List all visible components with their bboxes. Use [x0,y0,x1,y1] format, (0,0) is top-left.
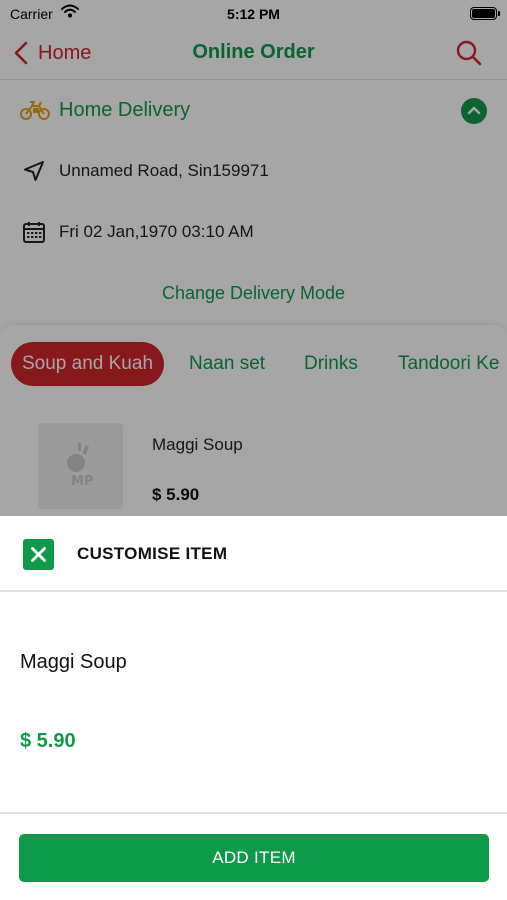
sheet-item-name: Maggi Soup [20,651,127,673]
add-item-button[interactable]: ADD ITEM [19,834,489,882]
close-icon [31,547,46,562]
sheet-item-price: $ 5.90 [20,730,76,752]
modal-backdrop[interactable] [0,0,507,516]
close-button[interactable] [23,539,54,570]
sheet-footer: ADD ITEM [0,812,507,900]
sheet-title: CUSTOMISE ITEM [77,544,228,563]
customise-item-sheet: CUSTOMISE ITEM Maggi Soup $ 5.90 ADD ITE… [0,516,507,900]
sheet-header: CUSTOMISE ITEM [0,516,507,592]
